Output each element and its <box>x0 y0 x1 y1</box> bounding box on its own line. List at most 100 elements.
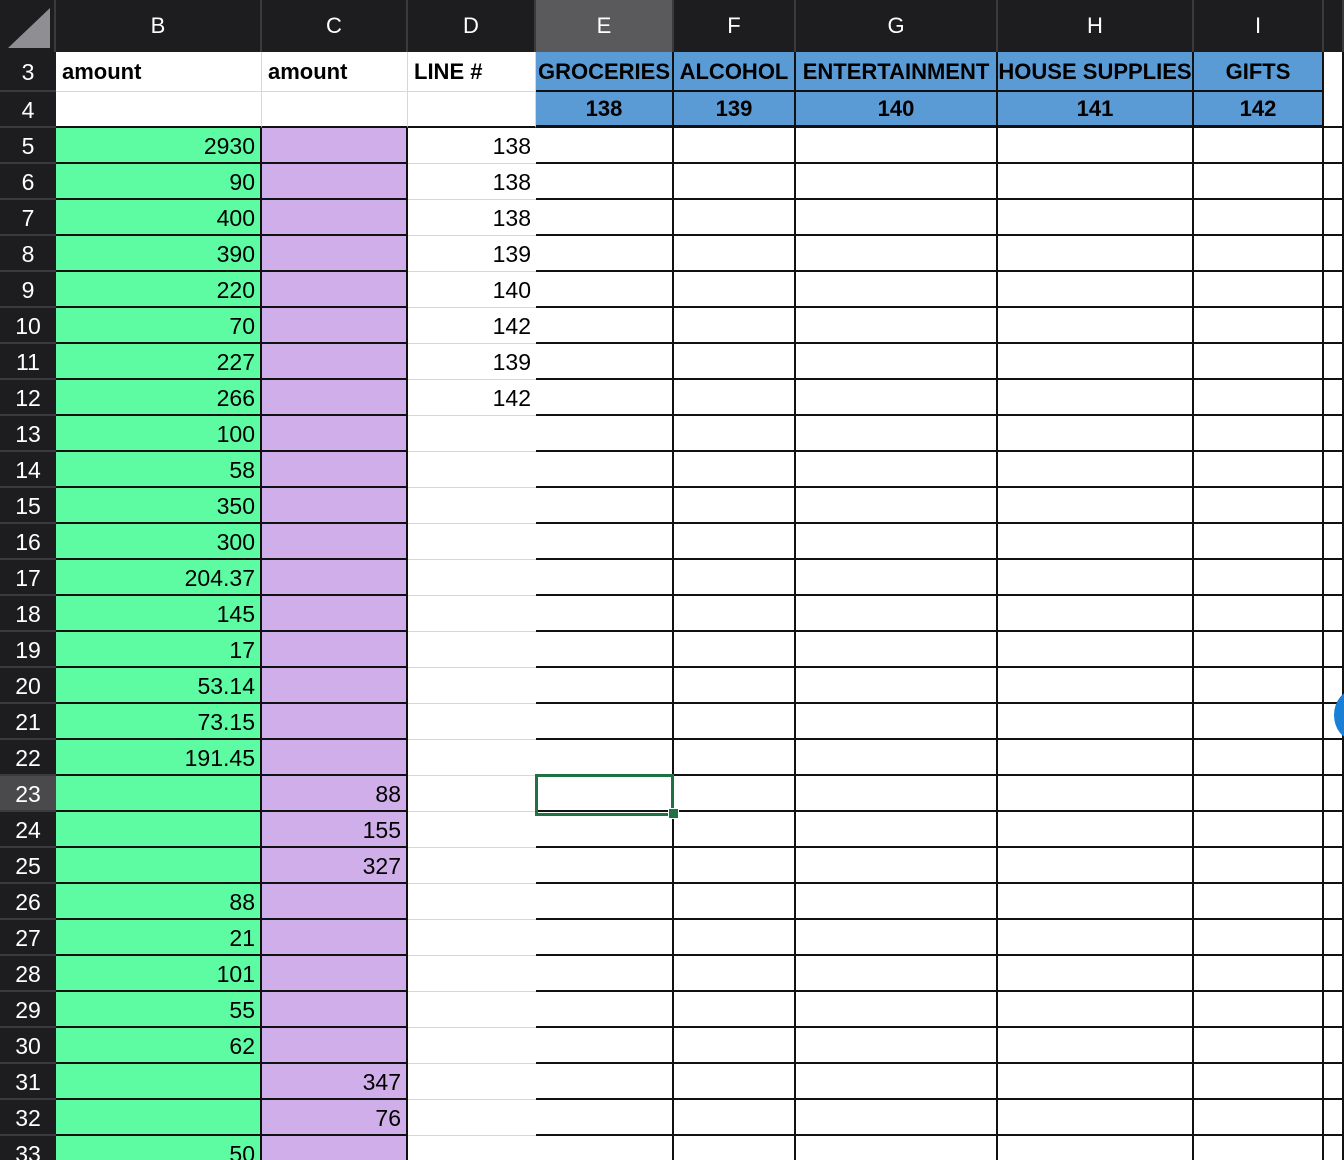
header-b-label[interactable]: amount <box>56 52 262 92</box>
category-cell-i[interactable] <box>1194 992 1324 1028</box>
row-header-16[interactable]: 16 <box>0 524 56 560</box>
line-number-i[interactable]: 142 <box>1194 92 1324 128</box>
category-cell-g[interactable] <box>796 200 998 236</box>
category-cell-i[interactable] <box>1194 380 1324 416</box>
amount-b-cell[interactable]: 390 <box>56 236 262 272</box>
category-cell-h[interactable] <box>998 308 1194 344</box>
category-cell-f[interactable] <box>674 200 796 236</box>
category-cell-h[interactable] <box>998 452 1194 488</box>
category-cell-i[interactable] <box>1194 1100 1324 1136</box>
amount-b-cell[interactable] <box>56 848 262 884</box>
line-number-cell[interactable]: 142 <box>408 308 536 344</box>
category-cell-g[interactable] <box>796 452 998 488</box>
line-number-cell[interactable]: 138 <box>408 128 536 164</box>
empty-cell-b4[interactable] <box>56 92 262 128</box>
category-cell-j[interactable] <box>1324 1028 1344 1064</box>
category-cell-e[interactable] <box>536 524 674 560</box>
category-cell-j[interactable] <box>1324 812 1344 848</box>
row-header-17[interactable]: 17 <box>0 560 56 596</box>
line-number-cell[interactable] <box>408 452 536 488</box>
category-cell-e[interactable] <box>536 1064 674 1100</box>
category-cell-h[interactable] <box>998 920 1194 956</box>
category-cell-e[interactable] <box>536 1100 674 1136</box>
category-cell-h[interactable] <box>998 1100 1194 1136</box>
category-cell-h[interactable] <box>998 884 1194 920</box>
category-cell-f[interactable] <box>674 704 796 740</box>
line-number-cell[interactable] <box>408 1136 536 1160</box>
category-cell-j[interactable] <box>1324 452 1344 488</box>
amount-c-cell[interactable] <box>262 128 408 164</box>
row-header-18[interactable]: 18 <box>0 596 56 632</box>
line-number-cell[interactable] <box>408 668 536 704</box>
category-cell-j[interactable] <box>1324 884 1344 920</box>
category-cell-i[interactable] <box>1194 1028 1324 1064</box>
row-header-10[interactable]: 10 <box>0 308 56 344</box>
line-number-f[interactable]: 139 <box>674 92 796 128</box>
category-cell-g[interactable] <box>796 560 998 596</box>
column-header-e[interactable]: E <box>536 0 674 52</box>
line-number-cell[interactable] <box>408 1064 536 1100</box>
category-cell-i[interactable] <box>1194 344 1324 380</box>
empty-cell-d4[interactable] <box>408 92 536 128</box>
category-cell-j[interactable] <box>1324 128 1344 164</box>
amount-b-cell[interactable]: 227 <box>56 344 262 380</box>
category-cell-j[interactable] <box>1324 416 1344 452</box>
category-cell-h[interactable] <box>998 164 1194 200</box>
amount-b-cell[interactable]: 58 <box>56 452 262 488</box>
category-cell-i[interactable] <box>1194 920 1324 956</box>
category-cell-j[interactable] <box>1324 272 1344 308</box>
category-cell-f[interactable] <box>674 272 796 308</box>
category-cell-g[interactable] <box>796 776 998 812</box>
row-header-30[interactable]: 30 <box>0 1028 56 1064</box>
amount-c-cell[interactable] <box>262 416 408 452</box>
cell-j3[interactable] <box>1324 52 1344 128</box>
category-cell-g[interactable] <box>796 524 998 560</box>
amount-c-cell[interactable] <box>262 344 408 380</box>
category-cell-h[interactable] <box>998 128 1194 164</box>
category-cell-h[interactable] <box>998 416 1194 452</box>
line-number-cell[interactable] <box>408 704 536 740</box>
category-cell-f[interactable] <box>674 740 796 776</box>
category-cell-h[interactable] <box>998 992 1194 1028</box>
category-cell-h[interactable] <box>998 236 1194 272</box>
category-cell-g[interactable] <box>796 596 998 632</box>
amount-b-cell[interactable]: 191.45 <box>56 740 262 776</box>
row-header-11[interactable]: 11 <box>0 344 56 380</box>
line-number-cell[interactable] <box>408 524 536 560</box>
row-header-26[interactable]: 26 <box>0 884 56 920</box>
row-header-9[interactable]: 9 <box>0 272 56 308</box>
category-cell-f[interactable] <box>674 1136 796 1160</box>
line-number-cell[interactable] <box>408 992 536 1028</box>
row-header-33[interactable]: 33 <box>0 1136 56 1160</box>
category-cell-f[interactable] <box>674 1064 796 1100</box>
category-cell-j[interactable] <box>1324 200 1344 236</box>
category-cell-f[interactable] <box>674 668 796 704</box>
amount-b-cell[interactable]: 266 <box>56 380 262 416</box>
amount-b-cell[interactable]: 350 <box>56 488 262 524</box>
category-cell-j[interactable] <box>1324 848 1344 884</box>
amount-c-cell[interactable] <box>262 380 408 416</box>
category-cell-e[interactable] <box>536 812 674 848</box>
category-cell-e[interactable] <box>536 164 674 200</box>
column-header-h[interactable]: H <box>998 0 1194 52</box>
row-header-22[interactable]: 22 <box>0 740 56 776</box>
amount-c-cell[interactable] <box>262 452 408 488</box>
line-number-cell[interactable] <box>408 848 536 884</box>
category-header-e[interactable]: GROCERIES <box>536 52 674 92</box>
category-cell-i[interactable] <box>1194 1064 1324 1100</box>
line-number-cell[interactable] <box>408 632 536 668</box>
category-cell-g[interactable] <box>796 236 998 272</box>
row-header-28[interactable]: 28 <box>0 956 56 992</box>
header-c-label[interactable]: amount <box>262 52 408 92</box>
amount-c-cell[interactable] <box>262 236 408 272</box>
category-cell-f[interactable] <box>674 776 796 812</box>
category-cell-h[interactable] <box>998 344 1194 380</box>
category-cell-e[interactable] <box>536 920 674 956</box>
amount-b-cell[interactable]: 400 <box>56 200 262 236</box>
line-number-cell[interactable] <box>408 1100 536 1136</box>
category-cell-e[interactable] <box>536 128 674 164</box>
category-cell-e[interactable] <box>536 956 674 992</box>
category-cell-g[interactable] <box>796 272 998 308</box>
category-cell-h[interactable] <box>998 812 1194 848</box>
amount-b-cell[interactable]: 21 <box>56 920 262 956</box>
